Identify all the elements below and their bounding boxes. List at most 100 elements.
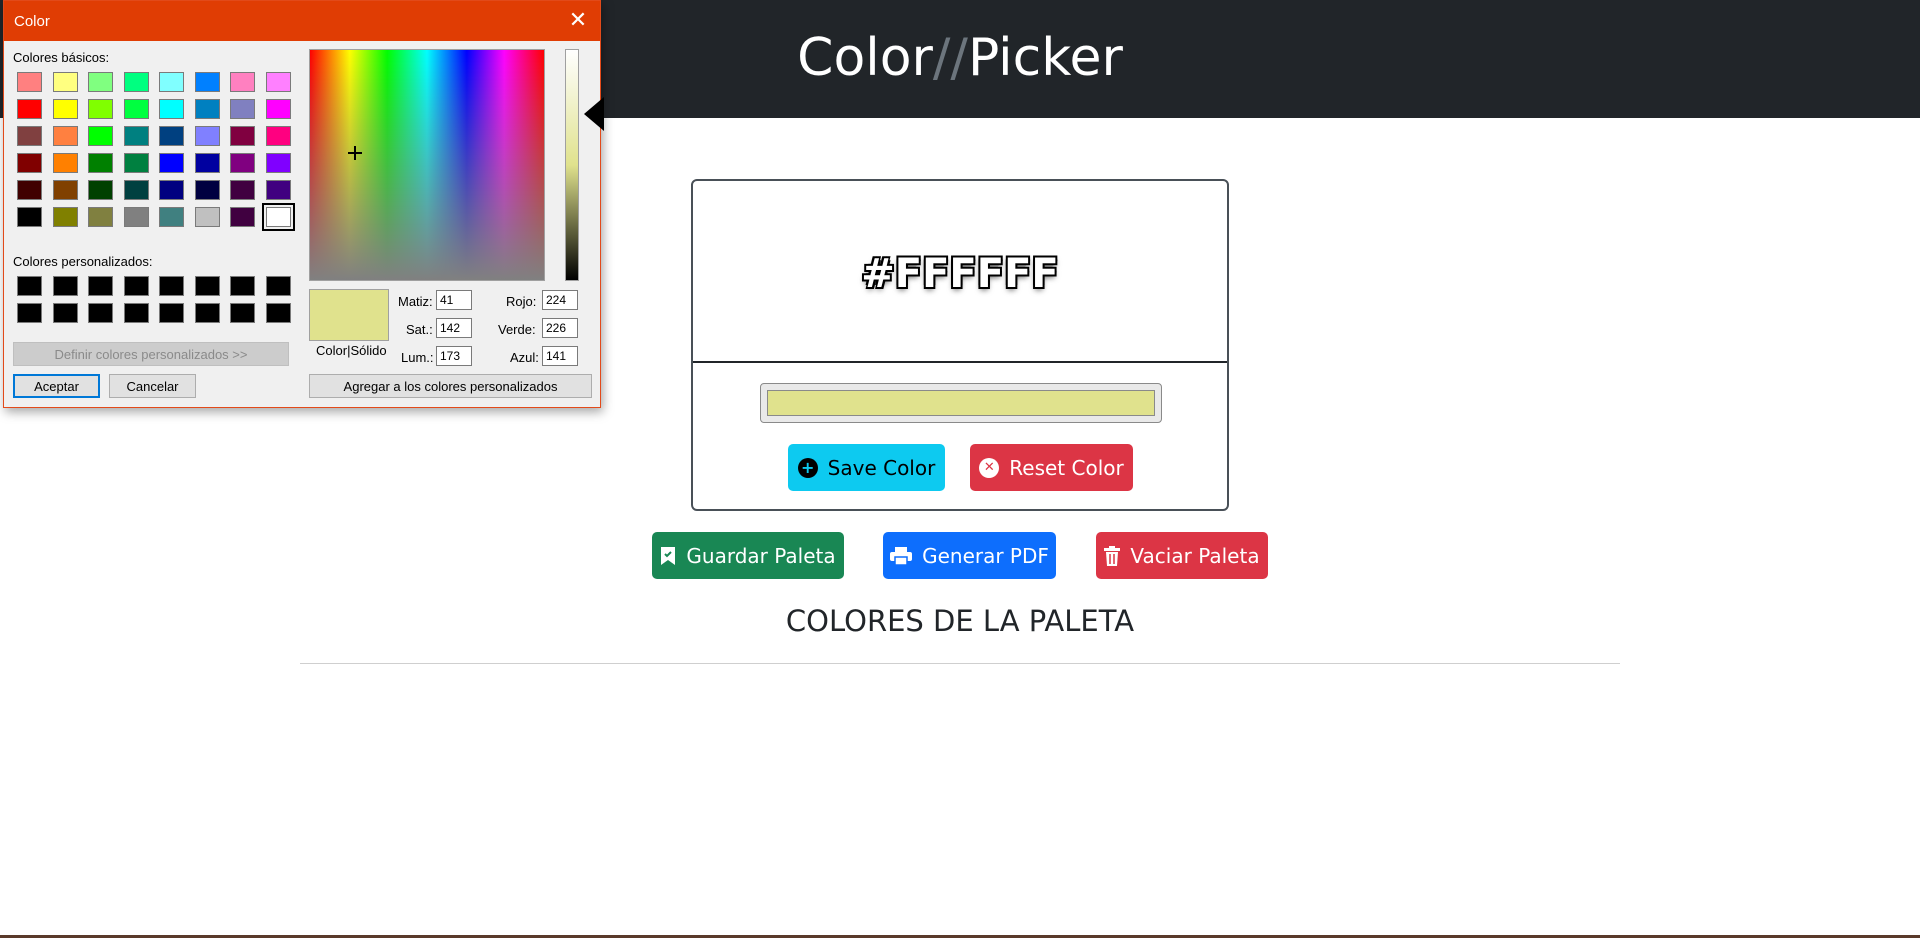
azul-label: Azul: [510,350,539,365]
accept-button[interactable]: Aceptar [13,374,100,398]
basic-color-swatch[interactable] [230,99,255,119]
generar-pdf-button[interactable]: Generar PDF [883,532,1056,579]
color-solid-label: Color|Sólido [316,343,387,358]
color-input-swatch[interactable] [767,390,1155,416]
basic-color-swatch[interactable] [52,207,78,227]
verde-label: Verde: [498,322,536,337]
custom-color-swatch[interactable] [88,303,113,323]
color-dialog: Color ✕ Colores básicos: Colores persona… [3,0,604,408]
basic-color-swatch[interactable] [194,99,220,119]
basic-color-swatch[interactable] [230,126,255,146]
custom-color-swatch[interactable] [52,276,78,296]
basic-color-swatch[interactable] [17,153,42,173]
add-custom-color-button[interactable]: Agregar a los colores personalizados [309,374,592,398]
basic-color-swatch[interactable] [88,126,113,146]
custom-color-swatch[interactable] [17,276,42,296]
basic-color-swatch[interactable] [17,126,42,146]
sat-label: Sat.: [406,322,433,337]
basic-color-swatch[interactable] [123,153,149,173]
basic-color-swatch[interactable] [88,99,113,119]
reset-color-button[interactable]: ✕ Reset Color [970,444,1133,491]
basic-color-swatch[interactable] [17,99,42,119]
lum-field[interactable]: 173 [436,346,472,366]
luminance-arrow-icon[interactable] [584,97,604,131]
hue-saturation-spectrum[interactable] [309,49,545,281]
rojo-field[interactable]: 224 [542,290,578,310]
basic-color-swatch[interactable] [17,180,42,200]
custom-color-swatch[interactable] [123,303,149,323]
basic-color-swatch[interactable] [123,126,149,146]
custom-color-swatch[interactable] [265,276,291,296]
basic-color-swatch[interactable] [230,72,255,92]
sat-field[interactable]: 142 [436,318,472,338]
custom-color-swatch[interactable] [230,276,255,296]
custom-color-swatch[interactable] [159,276,184,296]
brand-separator: // [932,28,968,88]
color-preview [309,289,389,341]
basic-color-swatch[interactable] [159,207,184,227]
custom-color-swatch[interactable] [230,303,255,323]
guardar-paleta-button[interactable]: Guardar Paleta [652,532,844,579]
basic-color-swatch[interactable] [52,153,78,173]
basic-color-swatch[interactable] [265,99,291,119]
luminance-slider[interactable] [565,49,579,281]
basic-color-swatch[interactable] [52,99,78,119]
basic-color-swatch[interactable] [123,207,149,227]
basic-color-swatch[interactable] [159,180,184,200]
color-input[interactable] [760,383,1162,423]
color-display: #FFFFFF [693,181,1227,363]
basic-color-swatch[interactable] [52,180,78,200]
basic-color-swatch[interactable] [123,180,149,200]
azul-field[interactable]: 141 [542,346,578,366]
divider [300,663,1620,664]
basic-color-swatch[interactable] [230,207,255,227]
custom-color-swatch[interactable] [52,303,78,323]
save-color-label: Save Color [827,455,936,480]
custom-color-swatch[interactable] [194,303,220,323]
basic-color-swatch[interactable] [194,153,220,173]
basic-color-swatch[interactable] [17,72,42,92]
basic-color-swatch[interactable] [88,180,113,200]
basic-color-swatch[interactable] [261,203,295,231]
basic-color-swatch[interactable] [230,153,255,173]
basic-color-swatch[interactable] [52,72,78,92]
basic-color-swatch[interactable] [159,99,184,119]
basic-color-swatch[interactable] [265,180,291,200]
lum-label: Lum.: [401,350,434,365]
basic-color-swatch[interactable] [88,72,113,92]
save-color-button[interactable]: + Save Color [788,444,945,491]
basic-color-swatch[interactable] [159,153,184,173]
basic-color-swatch[interactable] [17,207,42,227]
basic-color-swatch[interactable] [194,207,220,227]
vaciar-paleta-button[interactable]: Vaciar Paleta [1096,532,1268,579]
define-custom-colors-label: Definir colores personalizados >> [54,346,248,362]
verde-field[interactable]: 226 [542,318,578,338]
basic-color-swatch[interactable] [194,180,220,200]
brand-part1: Color [797,28,933,88]
basic-color-swatch[interactable] [265,72,291,92]
basic-color-swatch[interactable] [265,126,291,146]
custom-color-swatch[interactable] [265,303,291,323]
custom-color-swatch[interactable] [123,276,149,296]
matiz-label: Matiz: [398,294,433,309]
generar-pdf-label: Generar PDF [922,543,1049,568]
custom-color-swatch[interactable] [194,276,220,296]
basic-color-swatch[interactable] [159,72,184,92]
basic-color-swatch[interactable] [52,126,78,146]
basic-color-swatch[interactable] [123,72,149,92]
matiz-field[interactable]: 41 [436,290,472,310]
custom-color-swatch[interactable] [88,276,113,296]
basic-color-swatch[interactable] [88,207,113,227]
define-custom-colors-button[interactable]: Definir colores personalizados >> [13,342,289,366]
basic-color-swatch[interactable] [88,153,113,173]
basic-color-swatch[interactable] [230,180,255,200]
custom-color-swatch[interactable] [17,303,42,323]
basic-color-swatch[interactable] [194,126,220,146]
basic-color-swatch[interactable] [159,126,184,146]
custom-color-swatch[interactable] [159,303,184,323]
basic-color-swatch[interactable] [265,153,291,173]
close-icon[interactable]: ✕ [568,9,588,31]
basic-color-swatch[interactable] [194,72,220,92]
cancel-button[interactable]: Cancelar [109,374,196,398]
basic-color-swatch[interactable] [123,99,149,119]
